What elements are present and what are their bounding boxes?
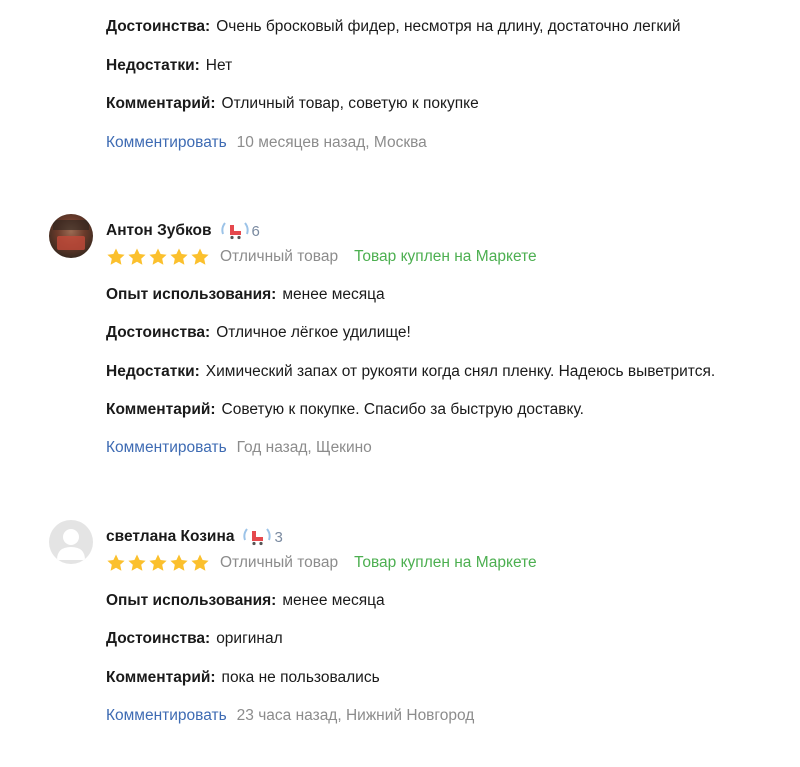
- review-footer: Комментировать 23 часа назад, Нижний Новг…: [106, 706, 474, 726]
- review-footer: Комментировать Год назад, Щекино: [106, 438, 372, 458]
- author-name[interactable]: светлана Козина: [106, 528, 234, 546]
- advantages-line: Достоинства: Очень бросковый фидер, несмо…: [106, 17, 681, 37]
- badge-count: 6: [251, 222, 260, 240]
- star-icon: [170, 554, 188, 571]
- disadvantages-line: Недостатки: Химический запах от рукояти к…: [106, 362, 715, 382]
- star-icon: [128, 554, 146, 571]
- advantages-label: Достоинства:: [106, 630, 211, 647]
- rating-row: Отличный товар Товар куплен на Маркете: [106, 552, 537, 574]
- roller-skate-badge-icon: [243, 528, 272, 546]
- review-meta: 23 часа назад, Нижний Новгород: [236, 707, 475, 724]
- user-badge[interactable]: 3: [242, 526, 283, 548]
- author-row: Антон Зубков 6: [106, 220, 260, 242]
- star-rating: [106, 247, 210, 267]
- comment-line: Комментарий: Советую к покупке. Спасибо з…: [106, 400, 584, 420]
- comment-value: пока не пользовались: [221, 669, 380, 686]
- experience-line: Опыт использования: менее месяца: [106, 285, 385, 305]
- disadvantages-value: Химический запах от рукояти когда снял п…: [205, 363, 716, 380]
- user-placeholder-icon: [57, 529, 85, 560]
- comment-line: Комментарий: пока не пользовались: [106, 668, 380, 688]
- star-icon: [107, 248, 125, 265]
- experience-value: менее месяца: [282, 592, 385, 609]
- user-badge[interactable]: 6: [220, 220, 260, 242]
- reply-link[interactable]: Комментировать: [106, 707, 227, 724]
- experience-value: менее месяца: [282, 286, 385, 303]
- review-meta: Год назад, Щекино: [236, 439, 372, 456]
- review-meta: 10 месяцев назад, Москва: [236, 134, 427, 151]
- author-row: светлана Козина 3: [106, 526, 283, 548]
- comment-label: Комментарий:: [106, 95, 216, 112]
- purchased-badge: Товар куплен на Маркете: [354, 554, 537, 571]
- star-icon: [128, 248, 146, 265]
- star-icon: [191, 248, 209, 265]
- review-footer: Комментировать 10 месяцев назад, Москва: [106, 133, 427, 153]
- comment-value: Отличный товар, советую к покупке: [221, 95, 479, 112]
- comment-line: Комментарий: Отличный товар, советую к по…: [106, 94, 479, 114]
- rating-row: Отличный товар Товар куплен на Маркете: [106, 246, 537, 268]
- rating-text: Отличный товар: [220, 554, 339, 571]
- purchased-badge: Товар куплен на Маркете: [354, 248, 537, 265]
- advantages-value: Очень бросковый фидер, несмотря на длину…: [216, 18, 681, 35]
- experience-label: Опыт использования:: [106, 286, 277, 303]
- star-icon: [170, 248, 188, 265]
- star-icon: [149, 554, 167, 571]
- badge-count: 3: [274, 528, 283, 546]
- star-icon: [149, 248, 167, 265]
- disadvantages-label: Недостатки:: [106, 57, 200, 74]
- author-name[interactable]: Антон Зубков: [106, 222, 212, 240]
- disadvantages-label: Недостатки:: [106, 363, 200, 380]
- star-icon: [107, 554, 125, 571]
- experience-label: Опыт использования:: [106, 592, 277, 609]
- roller-skate-badge-icon: [220, 222, 249, 240]
- star-rating: [106, 553, 210, 573]
- advantages-label: Достоинства:: [106, 18, 211, 35]
- avatar-photo-icon: [53, 220, 89, 250]
- advantages-line: Достоинства: Отличное лёгкое удилище!: [106, 323, 411, 343]
- advantages-value: Отличное лёгкое удилище!: [216, 324, 411, 341]
- avatar[interactable]: [49, 520, 93, 564]
- star-icon: [191, 554, 209, 571]
- disadvantages-line: Недостатки: Нет: [106, 56, 232, 76]
- experience-line: Опыт использования: менее месяца: [106, 591, 385, 611]
- avatar[interactable]: [49, 214, 93, 258]
- comment-label: Комментарий:: [106, 401, 216, 418]
- advantages-line: Достоинства: оригинал: [106, 629, 283, 649]
- advantages-value: оригинал: [216, 630, 283, 647]
- reply-link[interactable]: Комментировать: [106, 134, 227, 151]
- comment-value: Советую к покупке. Спасибо за быструю до…: [221, 401, 584, 418]
- advantages-label: Достоинства:: [106, 324, 211, 341]
- reply-link[interactable]: Комментировать: [106, 439, 227, 456]
- rating-text: Отличный товар: [220, 248, 339, 265]
- comment-label: Комментарий:: [106, 669, 216, 686]
- disadvantages-value: Нет: [205, 57, 233, 74]
